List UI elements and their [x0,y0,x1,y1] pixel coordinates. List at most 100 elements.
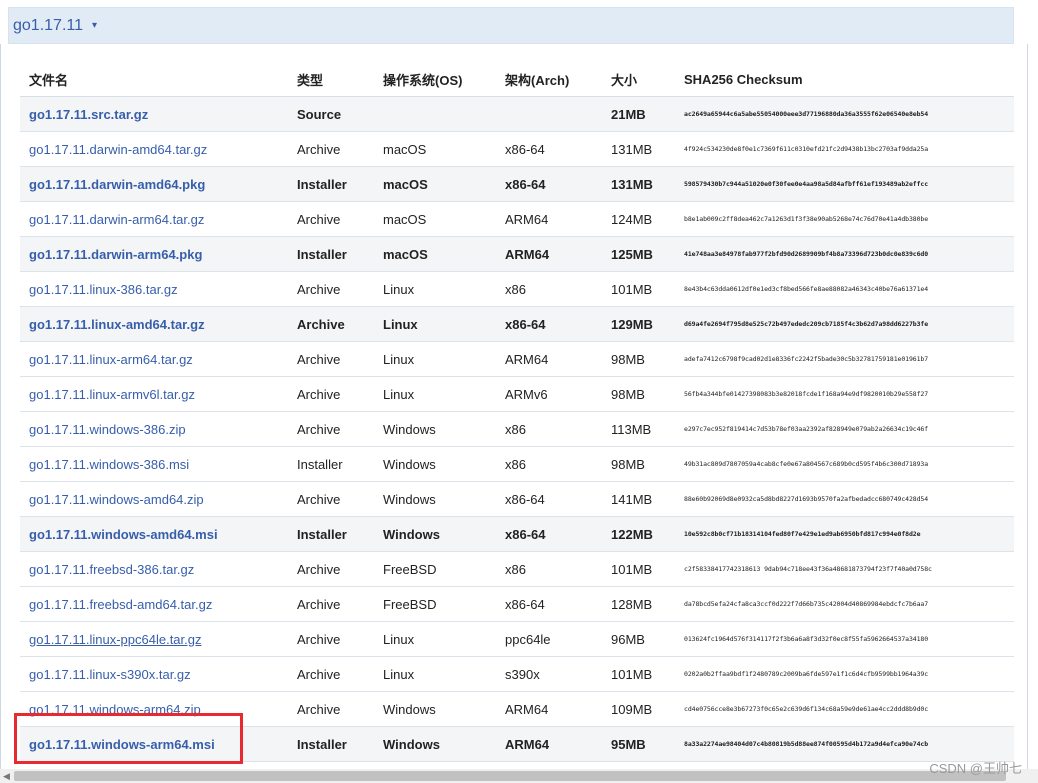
cell-size: 109MB [602,691,675,727]
version-toggle-bar[interactable]: go1.17.11 ▾ [8,7,1014,44]
cell-size: 101MB [602,271,675,307]
cell-filename: go1.17.11.linux-armv6l.tar.gz [20,376,288,412]
cell-checksum: d69a4fe2694f795d8e525c72b497ededc209cb71… [675,306,1014,342]
cell-os: Windows [374,446,496,482]
download-link[interactable]: go1.17.11.windows-amd64.msi [29,527,218,542]
cell-size: 141MB [602,481,675,517]
cell-filename: go1.17.11.darwin-arm64.pkg [20,236,288,272]
cell-checksum: da78bcd5efa24cfa8ca3ccf0d222f7d66b735c42… [675,586,1014,622]
download-link[interactable]: go1.17.11.darwin-amd64.tar.gz [29,142,207,157]
table-row: go1.17.11.linux-armv6l.tar.gz Archive Linu… [20,376,1014,412]
cell-size: 96MB [602,621,675,657]
cell-checksum: 8e43b4c63dda0612df0e1ed3cf8bed566fe8ae88… [675,271,1014,307]
table-row: go1.17.11.windows-386.zip Archive Windows x… [20,411,1014,447]
cell-checksum: 88e60b92069d8e0932ca5d8bd8227d1693b9570f… [675,481,1014,517]
cell-os: Windows [374,481,496,517]
cell-size: 95MB [602,726,675,762]
cell-checksum: 4f924c534230de8f0e1c7369f611c0310efd21fc… [675,131,1014,167]
download-link[interactable]: go1.17.11.darwin-arm64.tar.gz [29,212,204,227]
header-os: 操作系统(OS) [374,62,496,97]
table-row: go1.17.11.windows-amd64.msi Installer Wind… [20,516,1014,552]
cell-size: 122MB [602,516,675,552]
download-link[interactable]: go1.17.11.linux-386.tar.gz [29,282,178,297]
table-row: go1.17.11.linux-ppc64le.tar.gz Archive Lin… [20,621,1014,657]
cell-os: Linux [374,306,496,342]
cell-kind: Archive [288,411,374,447]
cell-arch: x86-64 [496,166,602,202]
download-link[interactable]: go1.17.11.windows-386.zip [29,422,186,437]
table-row: go1.17.11.darwin-amd64.tar.gz Archive macO… [20,131,1014,167]
cell-arch [496,96,602,132]
cell-size: 125MB [602,236,675,272]
table-row: go1.17.11.darwin-arm64.pkg Installer macOS… [20,236,1014,272]
cell-os: Linux [374,341,496,377]
cell-os: Linux [374,271,496,307]
version-title[interactable]: go1.17.11 [13,17,83,35]
header-size: 大小 [602,62,675,97]
cell-filename: go1.17.11.linux-ppc64le.tar.gz [20,621,288,657]
cell-arch: x86-64 [496,516,602,552]
cell-filename: go1.17.11.windows-amd64.zip [20,481,288,517]
cell-filename: go1.17.11.freebsd-386.tar.gz [20,551,288,587]
download-link[interactable]: go1.17.11.windows-386.msi [29,457,189,472]
cell-filename: go1.17.11.darwin-arm64.tar.gz [20,201,288,237]
cell-filename: go1.17.11.linux-s390x.tar.gz [20,656,288,692]
cell-kind: Archive [288,481,374,517]
cell-checksum: c2f58338417742318613 9dab94c718ee43f36a4… [675,551,1014,587]
download-link[interactable]: go1.17.11.windows-amd64.zip [29,492,204,507]
cell-size: 128MB [602,586,675,622]
cell-arch: x86-64 [496,586,602,622]
cell-checksum: 598579430b7c944a51020e0f30fee0e4aa98a5d8… [675,166,1014,202]
download-link[interactable]: go1.17.11.linux-s390x.tar.gz [29,667,191,682]
cell-kind: Installer [288,166,374,202]
cell-filename: go1.17.11.linux-arm64.tar.gz [20,341,288,377]
cell-size: 101MB [602,656,675,692]
cell-kind: Source [288,96,374,132]
table-row: go1.17.11.linux-arm64.tar.gz Archive Linux… [20,341,1014,377]
download-link[interactable]: go1.17.11.freebsd-386.tar.gz [29,562,194,577]
scroll-left-icon[interactable]: ◀ [3,771,10,782]
cell-kind: Archive [288,656,374,692]
cell-filename: go1.17.11.darwin-amd64.pkg [20,166,288,202]
cell-arch: ppc64le [496,621,602,657]
cell-kind: Installer [288,516,374,552]
table-row: go1.17.11.src.tar.gz Source 21MB ac2649a659… [20,96,1014,132]
table-header-row: 文件名 类型 操作系统(OS) 架构(Arch) 大小 SHA256 Check… [20,62,1014,97]
scrollbar-thumb[interactable] [14,771,1006,781]
table-row: go1.17.11.linux-s390x.tar.gz Archive Linux… [20,656,1014,692]
cell-size: 113MB [602,411,675,447]
cell-kind: Archive [288,551,374,587]
cell-size: 131MB [602,166,675,202]
cell-os: Linux [374,621,496,657]
cell-kind: Archive [288,201,374,237]
download-link[interactable]: go1.17.11.freebsd-amd64.tar.gz [29,597,212,612]
cell-os: macOS [374,166,496,202]
cell-filename: go1.17.11.src.tar.gz [20,96,288,132]
download-link[interactable]: go1.17.11.darwin-arm64.pkg [29,247,202,262]
download-link[interactable]: go1.17.11.src.tar.gz [29,107,148,122]
cell-os: Linux [374,376,496,412]
download-link[interactable]: go1.17.11.linux-ppc64le.tar.gz [29,632,202,647]
downloads-table: 文件名 类型 操作系统(OS) 架构(Arch) 大小 SHA256 Check… [20,62,1014,762]
cell-checksum: 8a33a2274ae98404d07c4b80819b5d88ee874f00… [675,726,1014,762]
cell-arch: ARM64 [496,201,602,237]
horizontal-scrollbar[interactable]: ◀ [0,769,1038,783]
cell-os: FreeBSD [374,551,496,587]
download-link[interactable]: go1.17.11.darwin-amd64.pkg [29,177,205,192]
cell-arch: ARM64 [496,726,602,762]
download-link[interactable]: go1.17.11.linux-amd64.tar.gz [29,317,205,332]
cell-size: 101MB [602,551,675,587]
cell-size: 131MB [602,131,675,167]
download-link[interactable]: go1.17.11.linux-arm64.tar.gz [29,352,193,367]
cell-arch: x86 [496,271,602,307]
cell-size: 98MB [602,341,675,377]
header-kind: 类型 [288,62,374,97]
cell-os: Windows [374,726,496,762]
download-link[interactable]: go1.17.11.linux-armv6l.tar.gz [29,387,195,402]
cell-kind: Archive [288,306,374,342]
cell-size: 98MB [602,446,675,482]
cell-checksum: 013624fc1964d576f314117f2f3b6a6a8f3d32f0… [675,621,1014,657]
table-row: go1.17.11.windows-amd64.zip Archive Window… [20,481,1014,517]
caret-down-icon[interactable]: ▾ [92,20,97,31]
cell-size: 21MB [602,96,675,132]
